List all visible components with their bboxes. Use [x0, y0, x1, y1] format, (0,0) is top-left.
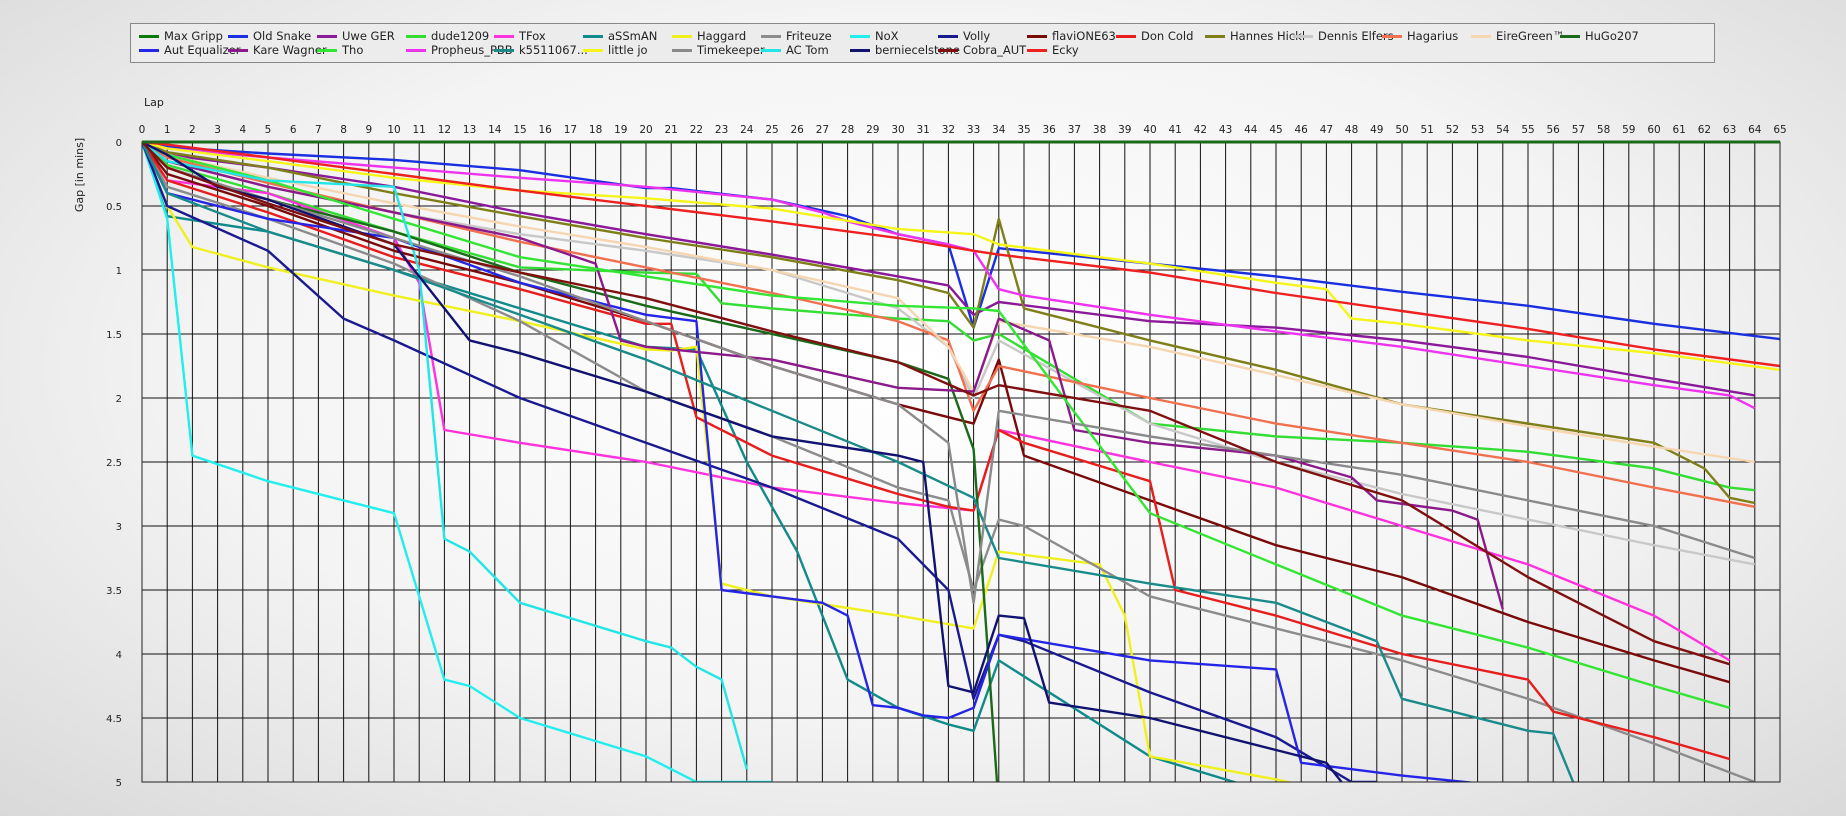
- x-tick-label: 28: [841, 124, 854, 136]
- x-tick-label: 64: [1748, 124, 1762, 136]
- x-tick-label: 23: [715, 124, 728, 136]
- x-tick-label: 50: [1395, 124, 1408, 136]
- x-tick-label: 62: [1698, 124, 1711, 136]
- x-tick-label: 24: [740, 124, 754, 136]
- x-tick-label: 22: [690, 124, 703, 136]
- x-tick-label: 58: [1597, 124, 1610, 136]
- x-axis-label: Lap: [144, 96, 164, 109]
- x-tick-label: 9: [365, 124, 372, 136]
- x-tick-label: 57: [1572, 124, 1585, 136]
- x-tick-label: 59: [1622, 124, 1635, 136]
- x-tick-label: 21: [665, 124, 678, 136]
- x-tick-label: 0: [139, 124, 146, 136]
- x-tick-label: 47: [1320, 124, 1333, 136]
- x-tick-label: 18: [589, 124, 602, 136]
- x-tick-label: 12: [438, 124, 451, 136]
- x-tick-label: 5: [265, 124, 272, 136]
- y-tick-label: 4: [116, 650, 122, 661]
- y-tick-label: 0.5: [106, 202, 122, 213]
- x-tick-label: 27: [816, 124, 829, 136]
- x-tick-label: 2: [189, 124, 196, 136]
- x-tick-label: 48: [1345, 124, 1358, 136]
- x-tick-label: 49: [1370, 124, 1383, 136]
- x-tick-label: 25: [765, 124, 778, 136]
- x-tick-label: 6: [290, 124, 297, 136]
- x-tick-label: 52: [1446, 124, 1459, 136]
- y-tick-label: 2.5: [106, 458, 122, 469]
- x-tick-label: 29: [866, 124, 879, 136]
- y-tick-label: 1.5: [106, 330, 122, 341]
- x-tick-label: 46: [1295, 124, 1309, 136]
- x-tick-label: 55: [1521, 124, 1534, 136]
- x-tick-label: 15: [513, 124, 526, 136]
- x-tick-label: 7: [315, 124, 322, 136]
- x-tick-label: 36: [1043, 124, 1057, 136]
- x-tick-label: 16: [539, 124, 553, 136]
- y-tick-label: 1: [116, 266, 122, 277]
- x-tick-label: 34: [992, 124, 1006, 136]
- y-axis-label: Gap [in mins]: [73, 138, 86, 212]
- x-tick-label: 37: [1068, 124, 1081, 136]
- x-tick-label: 39: [1118, 124, 1131, 136]
- x-tick-label: 1: [164, 124, 171, 136]
- series-line-aut-equalizer: [142, 142, 1477, 782]
- x-tick-label: 17: [564, 124, 577, 136]
- x-tick-label: 60: [1647, 124, 1660, 136]
- x-tick-label: 4: [239, 124, 246, 136]
- x-tick-label: 30: [891, 124, 904, 136]
- x-tick-label: 44: [1244, 124, 1258, 136]
- x-tick-label: 10: [387, 124, 400, 136]
- y-tick-label: 4.5: [106, 714, 122, 725]
- x-tick-label: 13: [463, 124, 476, 136]
- series-layer: [142, 142, 1780, 782]
- x-tick-label: 35: [1017, 124, 1030, 136]
- x-tick-label: 51: [1421, 124, 1434, 136]
- x-tick-label: 11: [413, 124, 426, 136]
- x-tick-label: 41: [1169, 124, 1182, 136]
- x-tick-label: 33: [967, 124, 980, 136]
- y-tick-label: 5: [116, 778, 122, 789]
- series-line-cobra-aut: [142, 142, 1730, 666]
- x-tick-label: 20: [639, 124, 652, 136]
- gap-chart: 0 1 2 3 4 5 6 7 8 9 10 11 12 13 14 15 16 17 18 19 20 21 22 23 24…: [73, 96, 1787, 789]
- x-tick-label: 42: [1194, 124, 1207, 136]
- y-tick-label: 2: [116, 394, 122, 405]
- y-tick-label: 0: [116, 138, 122, 149]
- x-tick-label: 19: [614, 124, 627, 136]
- x-tick-label: 14: [488, 124, 502, 136]
- x-tick-label: 31: [917, 124, 930, 136]
- x-tick-label: 40: [1143, 124, 1156, 136]
- x-tick-label: 32: [942, 124, 955, 136]
- x-tick-label: 26: [791, 124, 805, 136]
- x-tick-label: 54: [1496, 124, 1510, 136]
- x-tick-label: 53: [1471, 124, 1484, 136]
- x-tick-label: 43: [1219, 124, 1232, 136]
- x-tick-label: 61: [1673, 124, 1686, 136]
- x-tick-label: 38: [1093, 124, 1106, 136]
- x-tick-label: 45: [1269, 124, 1282, 136]
- y-tick-label: 3.5: [106, 586, 122, 597]
- x-tick-label: 56: [1547, 124, 1561, 136]
- x-tick-label: 3: [214, 124, 221, 136]
- x-tick-label: 63: [1723, 124, 1736, 136]
- series-line-flavione63: [142, 142, 1730, 684]
- x-tick-label: 8: [340, 124, 347, 136]
- y-tick-label: 3: [116, 522, 122, 533]
- x-tick-label: 65: [1773, 124, 1786, 136]
